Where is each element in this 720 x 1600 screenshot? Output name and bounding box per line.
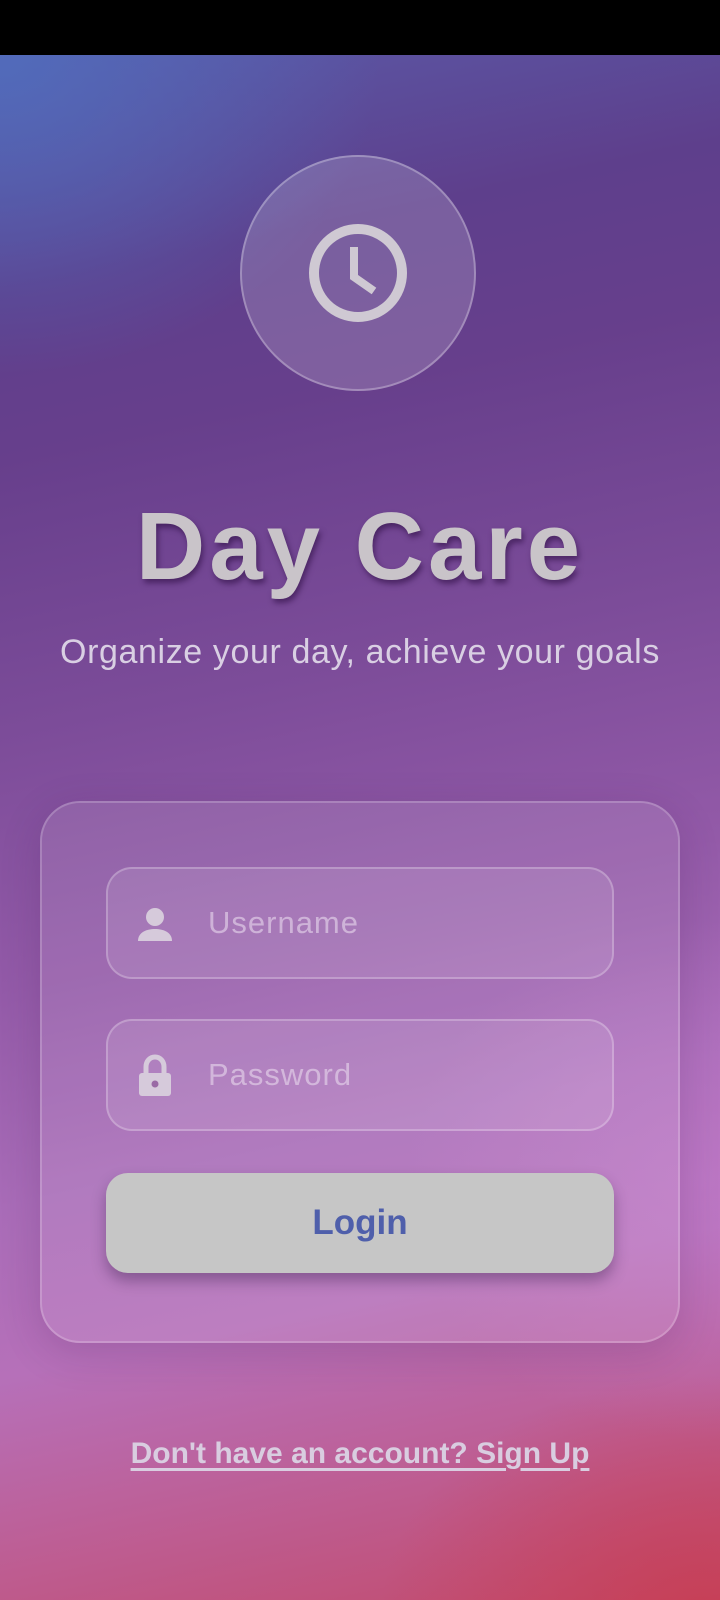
app-root: Day Care Organize your day, achieve your… [0,0,720,1600]
signup-link[interactable]: Don't have an account? Sign Up [0,1434,720,1474]
username-input[interactable] [208,869,598,977]
password-field[interactable] [106,1019,614,1131]
lock-icon [139,1054,171,1096]
login-card: Login [40,801,680,1343]
person-icon [138,908,172,941]
username-field[interactable] [106,867,614,979]
password-input[interactable] [208,1021,598,1129]
status-bar [0,0,720,55]
login-screen: Day Care Organize your day, achieve your… [0,55,720,1600]
app-title: Day Care [135,493,585,600]
login-button[interactable]: Login [106,1173,614,1273]
logo-badge [240,155,476,391]
clock-icon [309,224,407,322]
app-tagline: Organize your day, achieve your goals [60,633,660,671]
